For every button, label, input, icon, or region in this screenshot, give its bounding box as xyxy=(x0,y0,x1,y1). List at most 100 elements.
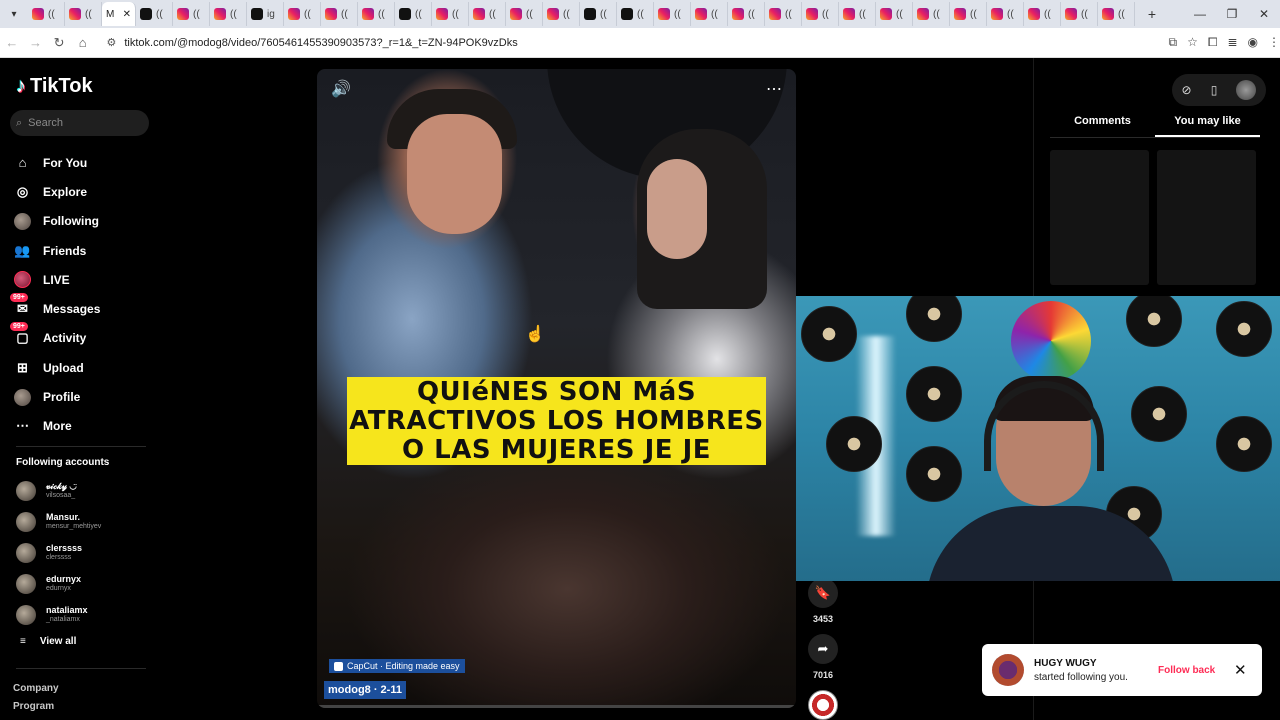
browser-tab[interactable]: (( xyxy=(1061,2,1098,26)
nav-item-profile[interactable]: Profile xyxy=(14,382,100,411)
tiktok-logo[interactable]: ♪ TikTok xyxy=(16,75,93,98)
following-account[interactable]: nataliamx _nataliamx xyxy=(16,599,101,630)
capcut-link[interactable]: CapCut · Editing made easy xyxy=(329,659,465,673)
nav-item-for-you[interactable]: ⌂ For You xyxy=(14,148,100,177)
browser-tab[interactable]: (( xyxy=(173,2,210,26)
browser-tab[interactable]: (( xyxy=(432,2,469,26)
bookmark-star-icon[interactable]: ☆ xyxy=(1187,35,1198,50)
toolbar-icons: ⧉ ☆ ⧠ ≣ ◉ ⋮ xyxy=(1169,35,1280,50)
nav-item-messages[interactable]: ✉ 99+ Messages xyxy=(10,292,100,323)
restore-icon[interactable]: ❐ xyxy=(1216,0,1248,28)
profile-icon[interactable]: ◉ xyxy=(1248,35,1258,50)
suggested-video-thumbnail[interactable] xyxy=(1050,150,1149,285)
nav-item-label: Explore xyxy=(43,184,88,199)
install-app-icon[interactable]: ⧉ xyxy=(1169,35,1178,50)
video-caption-overlay: QUIéNES SON MáS ATRACTIVOS LOS HOMBRES O… xyxy=(347,377,766,465)
view-all-button[interactable]: ≡ View all xyxy=(20,636,76,647)
browser-tab[interactable]: (( xyxy=(765,2,802,26)
reading-list-icon[interactable]: ≣ xyxy=(1227,35,1237,50)
suggested-video-thumbnail[interactable] xyxy=(1157,150,1256,285)
browser-tab[interactable]: (( xyxy=(876,2,913,26)
browser-tab[interactable]: (( xyxy=(506,2,543,26)
browser-tab[interactable]: (( xyxy=(913,2,950,26)
close-window-icon[interactable]: ✕ xyxy=(1248,0,1280,28)
browser-tab[interactable]: (( xyxy=(1024,2,1061,26)
browser-tab[interactable]: (( xyxy=(654,2,691,26)
tab-comments[interactable]: Comments xyxy=(1050,112,1155,137)
browser-tab[interactable]: (( xyxy=(284,2,321,26)
browser-tab[interactable]: (( xyxy=(617,2,654,26)
following-account[interactable]: 𝓋𝒾𝒸𝓀𝓎 ◡̈ vilsosaa_ xyxy=(16,476,101,507)
account-name: nataliamx xyxy=(46,604,88,615)
video-player[interactable]: 🔊 ⋯ QUIéNES SON MáS ATRACTIVOS LOS HOMBR… xyxy=(317,69,796,708)
share-button[interactable]: ➦ xyxy=(808,634,838,664)
browser-tab[interactable]: (( xyxy=(802,2,839,26)
browser-tab[interactable]: (( xyxy=(543,2,580,26)
tab-you-may-like[interactable]: You may like xyxy=(1155,112,1260,137)
nav-item-following[interactable]: Following xyxy=(14,207,100,236)
home-button-icon[interactable]: ⌂ xyxy=(71,35,95,50)
browser-tab[interactable]: (( xyxy=(839,2,876,26)
nav-item-label: Activity xyxy=(43,331,87,346)
avatar xyxy=(16,573,36,594)
reload-icon[interactable]: ↻ xyxy=(47,35,71,51)
forward-icon[interactable]: → xyxy=(24,35,48,50)
menu-kebab-icon[interactable]: ⋮ xyxy=(1268,35,1280,50)
video-more-icon[interactable]: ⋯ xyxy=(766,79,782,99)
browser-tab-active[interactable]: M ✕ xyxy=(102,2,136,26)
search-input[interactable]: ⌕ Search xyxy=(10,110,149,136)
browser-tab[interactable]: ig xyxy=(247,2,284,26)
nav-item-explore[interactable]: ◎ Explore xyxy=(14,177,100,206)
browser-tab[interactable]: (( xyxy=(358,2,395,26)
back-icon[interactable]: ← xyxy=(0,35,24,50)
nav-item-live[interactable]: LIVE xyxy=(14,265,100,294)
video-author-line[interactable]: modog8 · 2-11 xyxy=(324,681,406,699)
minimize-icon[interactable]: — xyxy=(1184,0,1216,28)
tab-label: (( xyxy=(193,8,200,20)
browser-tab[interactable]: (( xyxy=(210,2,247,26)
browser-tab[interactable]: (( xyxy=(321,2,358,26)
tiktok-note-icon: ♪ xyxy=(16,75,26,97)
device-icon[interactable]: ▯ xyxy=(1211,83,1218,97)
avatar xyxy=(16,542,36,563)
browser-tab[interactable]: (( xyxy=(65,2,102,26)
nav-item-upload[interactable]: ⊞ Upload xyxy=(14,353,100,382)
browser-tab[interactable]: (( xyxy=(987,2,1024,26)
new-tab-button[interactable]: + xyxy=(1139,6,1165,22)
browser-tab[interactable]: (( xyxy=(580,2,617,26)
account-names: nataliamx _nataliamx xyxy=(46,605,88,625)
following-account[interactable]: clerssss clerssss xyxy=(16,538,101,569)
caption-line: O LAS MUJERES JE JE xyxy=(401,434,712,465)
extensions-icon[interactable]: ⧠ xyxy=(1208,35,1218,50)
nav-item-more[interactable]: ⋯ More xyxy=(14,412,100,441)
address-bar[interactable]: ⚙ tiktok.com/@modog8/video/7605461455390… xyxy=(101,32,1169,54)
nav-item-activity[interactable]: ▢ 99+ Activity xyxy=(10,321,100,353)
footer-link-program[interactable]: Program xyxy=(13,698,59,716)
close-notification-icon[interactable]: ✕ xyxy=(1234,661,1247,679)
footer-link-company[interactable]: Company xyxy=(13,680,59,698)
nav-item-friends[interactable]: 👥 Friends xyxy=(14,236,100,265)
follower-avatar[interactable] xyxy=(992,654,1024,686)
browser-tab[interactable]: (( xyxy=(395,2,432,26)
browser-tab[interactable]: (( xyxy=(728,2,765,26)
site-info-icon[interactable]: ⚙ xyxy=(107,36,117,49)
user-avatar[interactable] xyxy=(1236,80,1257,100)
volume-icon[interactable]: 🔊 xyxy=(331,79,351,99)
video-progress-bar[interactable] xyxy=(317,705,796,708)
close-tab-icon[interactable]: ✕ xyxy=(123,9,131,20)
browser-tab[interactable]: (( xyxy=(28,2,65,26)
browser-tab[interactable]: (( xyxy=(691,2,728,26)
following-account[interactable]: edurnyx edurnyx xyxy=(16,568,101,599)
sound-disc-avatar[interactable] xyxy=(808,690,838,720)
instagram-icon xyxy=(177,8,189,20)
follow-back-button[interactable]: Follow back xyxy=(1158,665,1228,676)
browser-tab[interactable]: (( xyxy=(136,2,173,26)
bookmark-button[interactable]: 🔖 xyxy=(808,578,838,608)
browser-tab[interactable]: (( xyxy=(469,2,506,26)
browser-tab[interactable]: (( xyxy=(950,2,987,26)
tab-search-chevron-icon[interactable]: ▾ xyxy=(0,0,28,28)
following-account[interactable]: Mansur. mensur_mehtiyev xyxy=(16,507,101,538)
video-scene-man-face xyxy=(407,114,502,234)
coins-icon[interactable]: ⊘ xyxy=(1182,83,1192,97)
browser-tab[interactable]: (( xyxy=(1098,2,1135,26)
